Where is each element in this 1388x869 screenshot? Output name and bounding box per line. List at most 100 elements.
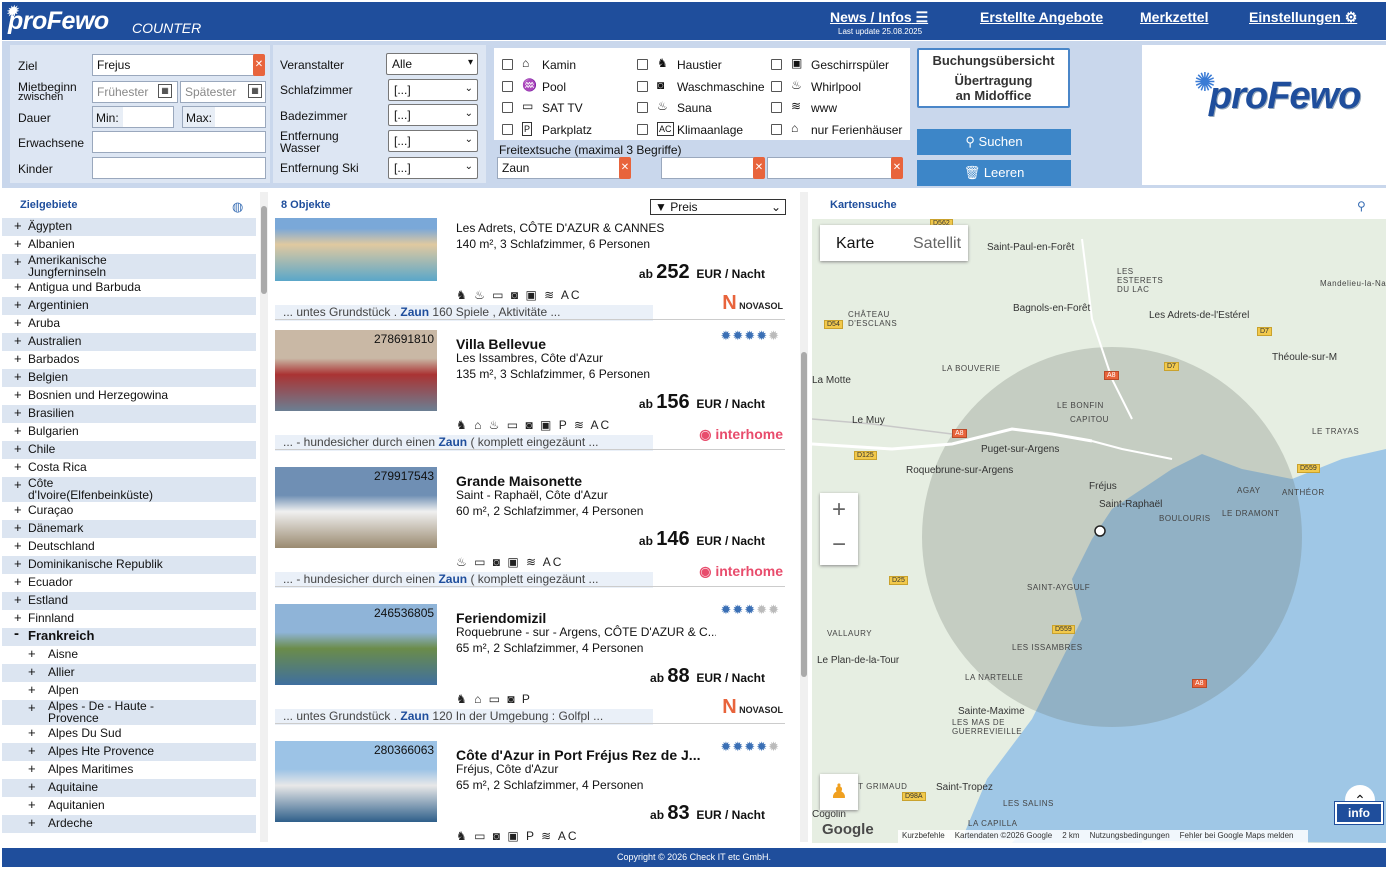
expand-icon[interactable]: + (14, 255, 22, 268)
expand-icon[interactable]: + (14, 334, 22, 347)
zielgebiet-item[interactable]: + Aisne (2, 646, 256, 664)
globe-icon[interactable]: ◍ (232, 199, 243, 215)
checkbox-klimaanlage[interactable] (637, 124, 648, 135)
min-input[interactable] (123, 107, 173, 127)
expand-icon[interactable]: + (28, 726, 36, 739)
leeren-button[interactable]: 🗑 Leeren (917, 160, 1071, 186)
profewo-logo[interactable]: ✹ proFewo (6, 3, 109, 36)
zielgebiet-item[interactable]: + Dänemark (2, 520, 256, 538)
info-button[interactable]: info (1334, 801, 1384, 825)
zielgebiet-item[interactable]: + Dominikanische Republik (2, 556, 256, 574)
expand-icon[interactable]: + (14, 575, 22, 588)
satellit-tab[interactable]: Satellit (913, 235, 961, 253)
result-card[interactable]: 246536805 Feriendomizil Roquebrune - sur -… (275, 602, 785, 732)
expand-icon[interactable]: + (14, 280, 22, 293)
expand-icon[interactable]: + (28, 798, 36, 811)
expand-icon[interactable]: + (14, 557, 22, 570)
zielgebiet-item[interactable]: + Australien (2, 333, 256, 351)
zielgebiet-item[interactable]: + Finnland (2, 610, 256, 628)
zoom-out-button[interactable]: − (820, 531, 858, 559)
zielgebiet-item[interactable]: + Curaçao (2, 502, 256, 520)
zielgebiet-item[interactable]: + Ägypten (2, 218, 256, 236)
zielgebiet-item[interactable]: + Côte d'Ivoire(Elfenbeinküste) (2, 477, 256, 502)
expand-icon[interactable]: + (14, 442, 22, 455)
expand-icon[interactable]: + (14, 388, 22, 401)
expand-icon[interactable]: + (14, 478, 22, 491)
result-card[interactable]: Les Adrets, CÔTE D'AZUR & CANNES 140 m², … (275, 218, 785, 328)
merkzettel-link[interactable]: Merkzettel (1140, 9, 1208, 25)
calendar-icon[interactable]: ▦ (248, 84, 262, 98)
zielgebiet-item[interactable]: + Alpes Du Sud (2, 725, 256, 743)
zielgebiet-item[interactable]: + Barbados (2, 351, 256, 369)
property-photo[interactable] (275, 218, 437, 281)
freitext-input-3[interactable] (767, 157, 895, 179)
expand-icon[interactable]: + (28, 780, 36, 793)
min-field[interactable]: Min: (92, 106, 174, 128)
expand-icon[interactable]: + (28, 762, 36, 775)
map[interactable]: Saint-Paul-en-Forêt LES ESTERETS DU LAC Ma… (812, 219, 1386, 843)
kinder-input[interactable] (92, 157, 266, 179)
clear-freitext-1-button[interactable]: ✕ (619, 157, 631, 179)
schlafzimmer-select[interactable]: [...] ⌄ (388, 79, 478, 101)
expand-icon[interactable]: + (14, 406, 22, 419)
expand-icon[interactable]: + (28, 647, 36, 660)
result-card[interactable]: 280366063 Côte d'Azur in Port Fréjus Rez … (275, 739, 785, 842)
zielgebiet-item[interactable]: + Aruba (2, 315, 256, 333)
left-scroll-thumb[interactable] (261, 206, 267, 294)
checkbox-whirlpool[interactable] (771, 81, 782, 92)
zielgebiet-item[interactable]: + Brasilien (2, 405, 256, 423)
expand-icon[interactable]: + (14, 237, 22, 250)
entfernung-ski-select[interactable]: [...] ⌄ (388, 157, 478, 179)
clear-ziel-button[interactable]: ✕ (253, 54, 265, 76)
checkbox-nur-ferienhäuser[interactable] (771, 124, 782, 135)
expand-icon[interactable]: + (14, 424, 22, 437)
zielgebiet-item[interactable]: + Albanien (2, 236, 256, 254)
collapse-icon[interactable]: - (14, 626, 19, 641)
zielgebiet-item[interactable]: + Alpes Hte Provence (2, 743, 256, 761)
zielgebiet-item[interactable]: + Ecuador (2, 574, 256, 592)
buchungsuebersicht-button[interactable]: Buchungsübersicht Übertragung an Midoffi… (917, 48, 1070, 108)
badezimmer-select[interactable]: [...] ⌄ (388, 104, 478, 126)
checkbox-kamin[interactable] (502, 59, 513, 70)
calendar-icon[interactable]: ▦ (158, 84, 172, 98)
zielgebiet-item[interactable]: + Bulgarien (2, 423, 256, 441)
checkbox-haustier[interactable] (637, 59, 648, 70)
zielgebiet-item[interactable]: + Antigua und Barbuda (2, 279, 256, 297)
expand-icon[interactable]: + (14, 521, 22, 534)
expand-icon[interactable]: + (28, 683, 36, 696)
expand-icon[interactable]: + (14, 593, 22, 606)
property-title[interactable]: Villa Bellevue (456, 336, 711, 352)
zielgebiet-item[interactable]: + Belgien (2, 369, 256, 387)
checkbox-pool[interactable] (502, 81, 513, 92)
property-title[interactable]: Grande Maisonette (456, 473, 711, 489)
checkbox-sat-tv[interactable] (502, 102, 513, 113)
pegman-icon[interactable]: ♟ (820, 774, 858, 810)
max-field[interactable]: Max: (182, 106, 266, 128)
checkbox-geschirrspüler[interactable] (771, 59, 782, 70)
result-card[interactable]: 279917543 Grande Maisonette Saint - Raphaë… (275, 467, 785, 595)
zielgebiet-item[interactable]: + Aquitaine (2, 779, 256, 797)
results-scrollbar[interactable] (800, 192, 808, 842)
checkbox-waschmaschine[interactable] (637, 81, 648, 92)
attribution-item[interactable]: Kurzbefehle (902, 831, 945, 840)
clear-freitext-3-button[interactable]: ✕ (891, 157, 903, 179)
results-scroll-thumb[interactable] (801, 352, 807, 677)
checkbox-parkplatz[interactable] (502, 124, 513, 135)
left-scrollbar[interactable] (260, 192, 268, 842)
expand-icon[interactable]: + (28, 665, 36, 678)
expand-icon[interactable]: + (28, 701, 36, 714)
einstellungen-link[interactable]: Einstellungen ⚙ (1249, 9, 1357, 26)
zielgebiet-item[interactable]: + Costa Rica (2, 459, 256, 477)
karte-tab[interactable]: Karte (836, 235, 874, 253)
zielgebiet-item[interactable]: + Chile (2, 441, 256, 459)
veranstalter-select[interactable]: Alle ▾ (386, 53, 478, 75)
location-icon[interactable]: ⚲ (1357, 199, 1366, 213)
suchen-button[interactable]: ⚲ Suchen (917, 129, 1071, 155)
ziel-input[interactable]: Frejus (92, 54, 255, 76)
checkbox-www[interactable] (771, 102, 782, 113)
entfernung-wasser-select[interactable]: [...] ⌄ (388, 130, 478, 152)
erstellte-angebote-link[interactable]: Erstellte Angebote (980, 9, 1103, 25)
expand-icon[interactable]: + (28, 744, 36, 757)
attribution-item[interactable]: Fehler bei Google Maps melden (1180, 831, 1294, 840)
property-title[interactable]: Côte d'Azur in Port Fréjus Rez de J... (456, 747, 711, 763)
